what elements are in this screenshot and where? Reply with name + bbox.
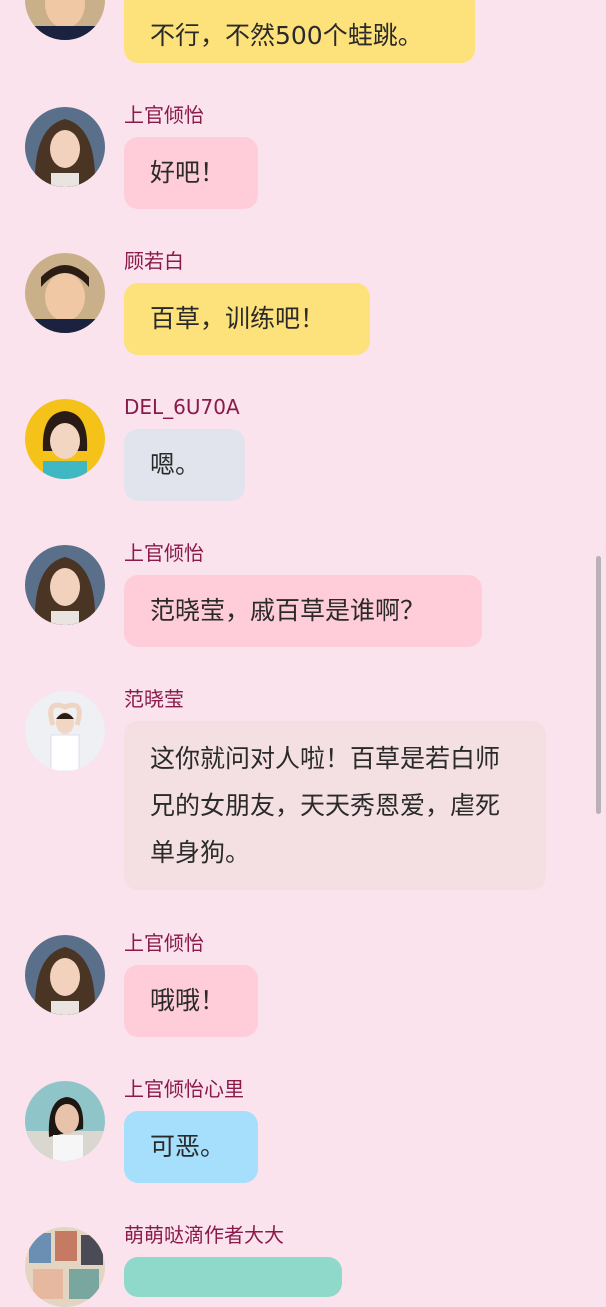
sender-name: 上官倾怡心里 [124, 1077, 244, 1101]
boy-avatar[interactable] [25, 0, 105, 40]
collage-avatar[interactable] [25, 1227, 105, 1307]
message-bubble[interactable]: 好吧！ [124, 137, 258, 209]
message-bubble[interactable]: 不行，不然500个蛙跳。 [124, 0, 475, 63]
message-bubble[interactable]: 哦哦！ [124, 965, 258, 1037]
sender-name: 上官倾怡 [124, 103, 204, 127]
scrollbar[interactable] [596, 556, 601, 814]
message-bubble[interactable]: 可恶。 [124, 1111, 258, 1183]
sender-name: 萌萌哒滴作者大大 [124, 1223, 284, 1247]
sender-name: 上官倾怡 [124, 931, 204, 955]
sender-name: 范晓莹 [124, 687, 184, 711]
girl-outdoor-avatar[interactable] [25, 1081, 105, 1161]
message-bubble[interactable]: 这你就问对人啦！百草是若白师兄的女朋友，天天秀恩爱，虐死单身狗。 [124, 721, 546, 890]
boy-avatar[interactable] [25, 253, 105, 333]
sender-name: 顾若白 [124, 249, 184, 273]
girl-longhair-avatar[interactable] [25, 107, 105, 187]
girl-heart-pose-avatar[interactable] [25, 691, 105, 771]
girl-yellow-bg-avatar[interactable] [25, 399, 105, 479]
message-bubble[interactable]: 嗯。 [124, 429, 245, 501]
girl-longhair-avatar[interactable] [25, 935, 105, 1015]
girl-longhair-avatar[interactable] [25, 545, 105, 625]
sender-name: DEL_6U70A [124, 395, 240, 419]
message-bubble[interactable]: 百草，训练吧！ [124, 283, 370, 355]
sender-name: 上官倾怡 [124, 541, 204, 565]
message-bubble[interactable]: 范晓莹，戚百草是谁啊？ [124, 575, 482, 647]
message-bubble[interactable] [124, 1257, 342, 1297]
